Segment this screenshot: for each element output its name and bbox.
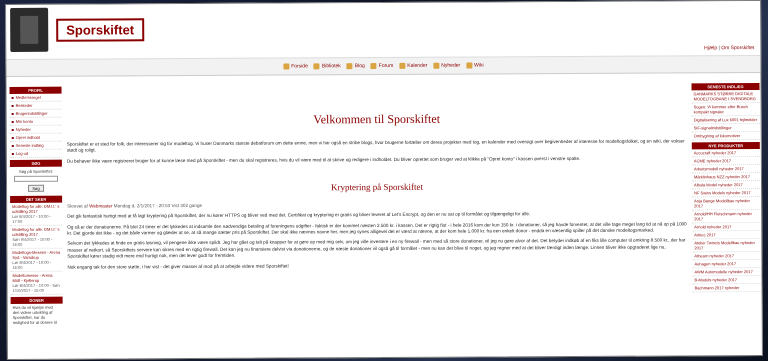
nav-bibliotek[interactable]: Bibliotek [313,63,341,70]
profile-item[interactable]: Seneste indlæg [9,141,62,150]
author-link[interactable]: Webmaster [89,203,112,208]
site-header: Sporskiftet Hjælp | Om Sporskiftet [6,1,761,59]
nav-nyheder[interactable]: Nyheder [433,63,460,69]
donate-text: Hvis du vil hjælpe med den videre udvikl… [12,304,57,325]
nav-kalender[interactable]: Kalender [399,63,427,69]
post-title[interactable]: Kryptering på Sporskiftet [67,179,687,195]
profile-item[interactable]: Medlemsregel [9,93,62,102]
search-box: Søg på Sporskiftet: Søg [10,167,62,194]
event-item[interactable]: Modeltogs-Messen - Arena Syd - Vamdrup Lø… [10,248,63,272]
nav-label: Forum [378,62,394,70]
blog-icon [346,63,353,70]
nav-label: Nyheder [441,62,461,69]
event-date: Lør 8/4/2017 - 10:00 - Søn 1/10/2017 - 1… [12,282,60,293]
event-title: Modeltog for alle. DM.IJ.' s udstilling … [12,226,60,237]
search-label: Søg på Sporskiftet: [18,168,53,174]
post-meta: Skrevet af Webmaster Mandag d, 2/1/2017 … [67,200,687,210]
news-icon [433,62,440,69]
event-date: Lør 8/4/2017 - 10:00 - 17:00 [12,213,51,224]
wiki-icon [466,62,473,69]
post-paragraph: Det gik fantastisk hurtigt med at få lag… [67,211,531,219]
home-icon [283,63,290,70]
event-title: Modeltog for alle. DM.IJ.' s udstilling … [12,203,60,214]
profile-item[interactable]: Log ud [9,149,62,158]
site-logo-icon[interactable] [10,7,49,52]
product-item[interactable]: Atelier Twincis Modellbau nyheder 2017 [692,239,761,253]
event-title: Modeltomesse - Arena Midt - Kjellerup [12,272,53,283]
event-item[interactable]: Modeltog for alle. DM.IJ.' s udstilling … [10,225,63,249]
product-item[interactable]: Arnold/HH Fleischmann nyheder 2017 [692,210,761,224]
nav-label: Forside [291,63,308,70]
right-sidebar: SENESTE INDLÆG DANMARKS STØRRE DIGITALE … [691,81,761,293]
event-date: Lør 8/4/2017 - 10:00 - 16:00 [12,259,52,270]
forum-icon [370,63,377,70]
left-sidebar: PROFIL Medlemsregel Beskeder Brugerindst… [9,85,63,326]
recent-post-item[interactable]: Ombygning af lokomotiver [691,132,760,141]
page-title: Velkommen til Sporskiftet [313,111,441,127]
meta-info: Mandag d, 2/1/2017 - 20:53 Vist 302 gang… [113,202,203,209]
intro-paragraph: Du behøver ikke være registreret bruger … [66,155,581,164]
nav-label: Kalender [407,62,428,69]
profile-item[interactable]: Nyheder [9,125,62,134]
profile-item[interactable]: Min konto [9,117,62,126]
main-nav: Forside Bibliotek Blog Forum Kalender Ny… [6,55,761,77]
nav-label: Bibliotek [321,63,341,70]
product-item[interactable]: Bachmann 2017 nyheder [692,284,761,293]
calendar-icon [399,62,406,69]
nav-forside[interactable]: Forside [283,63,308,70]
nav-forum[interactable]: Forum [370,62,394,70]
event-title: Modeltogs-Messen - Arena Syd - Vamdrup [12,249,61,260]
post-paragraph: Selvom det lykkedes at finde en gratis l… [67,237,686,259]
browser-page: Sporskiftet Hjælp | Om Sporskiftet Forsi… [5,0,763,360]
product-item[interactable]: Anja Bange Modellbau nyheder 2017 [692,197,761,211]
nav-blog[interactable]: Blog [346,63,365,70]
site-brand[interactable]: Sporskiftet [56,18,145,42]
help-link[interactable]: Hjælp [704,45,717,51]
event-item[interactable]: Modeltomesse - Arena Midt - Kjellerup Lør… [10,271,63,295]
post-paragraph: Og så er der donationerne. På blot 24 ti… [67,220,687,236]
event-date: Søn 9/4/2017 - 10:00 - 16:00 [12,236,53,247]
meta-prefix: Skrevet af [67,203,88,209]
search-input[interactable] [13,175,59,182]
top-links: Hjælp | Om Sporskiftet [704,45,755,52]
profile-item[interactable]: Brugerindstillinger [9,109,62,118]
main-content: Velkommen til Sporskiftet Sporskiftet er… [66,81,687,274]
event-item[interactable]: Modeltog for alle. DM.IJ.' s udstilling … [10,202,63,226]
post-paragraph: Nok engang tak for den store støtte, i h… [67,263,289,270]
intro-paragraph: Sporskiftet er et sted for folk, der int… [66,138,685,153]
search-button[interactable]: Søg [28,184,44,192]
recent-post-item[interactable]: Sugen: Vi kommer efter Busch kompakt sig… [691,103,760,117]
nav-wiki[interactable]: Wiki [466,62,484,69]
library-icon [313,63,320,70]
profile-item[interactable]: Opret indhold [9,133,62,142]
nav-label: Blog [354,63,365,70]
recent-post-item[interactable]: DANMARKS STØRRE DIGITALE MODELTOGBANE I … [691,90,760,104]
nav-label: Wiki [474,62,484,69]
about-link[interactable]: Om Sporskiftet [721,45,754,51]
profile-item[interactable]: Beskeder [9,101,62,110]
desktop-background: Sporskiftet Hjælp | Om Sporskiftet Forsi… [0,0,768,361]
